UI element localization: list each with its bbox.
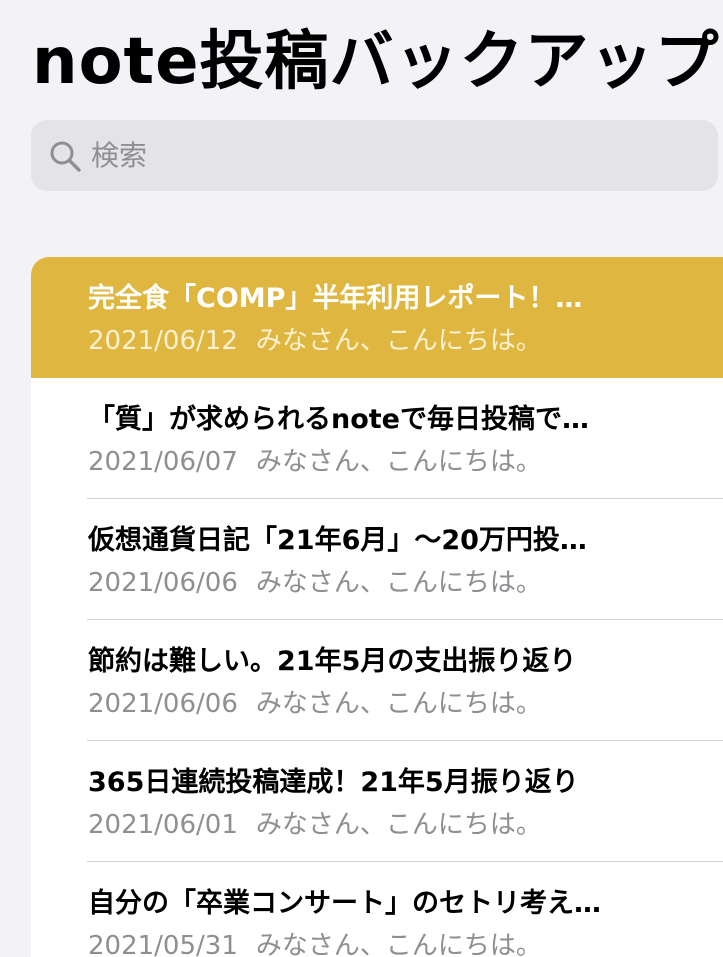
note-preview: みなさん、こんにちは。: [255, 689, 542, 719]
note-meta: 2021/05/31 みなさん、こんにちは。: [88, 928, 542, 957]
note-preview: みなさん、こんにちは。: [255, 810, 542, 840]
note-item[interactable]: 365日連続投稿達成！21年5月振り返り 2021/06/01 みなさん、こんにち…: [31, 741, 723, 862]
note-item[interactable]: 完全食「COMP」半年利用レポート！… 2021/06/12 みなさん、こんにちは…: [31, 257, 723, 378]
note-title: 仮想通貨日記「21年6月」〜20万円投…: [88, 525, 587, 556]
search-bar[interactable]: [31, 120, 718, 191]
note-item[interactable]: 節約は難しい。21年5月の支出振り返り 2021/06/06 みなさん、こんにちは…: [31, 620, 723, 741]
note-meta: 2021/06/06 みなさん、こんにちは。: [88, 686, 542, 722]
page-title: note投稿バックアップ: [32, 25, 720, 99]
note-meta: 2021/06/01 みなさん、こんにちは。: [88, 807, 542, 843]
note-item[interactable]: 「質」が求められるnoteで毎日投稿で… 2021/06/07 みなさん、こんにち…: [31, 378, 723, 499]
note-title: 節約は難しい。21年5月の支出振り返り: [88, 646, 577, 677]
note-date: 2021/06/07: [88, 447, 238, 477]
note-preview: みなさん、こんにちは。: [255, 447, 542, 477]
note-item[interactable]: 仮想通貨日記「21年6月」〜20万円投… 2021/06/06 みなさん、こんにち…: [31, 499, 723, 620]
note-title: 自分の「卒業コンサート」のセトリ考え…: [88, 888, 601, 919]
note-title: 365日連続投稿達成！21年5月振り返り: [88, 767, 579, 798]
note-item[interactable]: 自分の「卒業コンサート」のセトリ考え… 2021/05/31 みなさん、こんにちは…: [31, 862, 723, 957]
note-meta: 2021/06/12 みなさん、こんにちは。: [88, 323, 542, 359]
note-date: 2021/05/31: [88, 931, 238, 957]
note-preview: みなさん、こんにちは。: [255, 931, 542, 957]
note-date: 2021/06/01: [88, 810, 238, 840]
note-title: 完全食「COMP」半年利用レポート！…: [88, 283, 583, 314]
note-date: 2021/06/06: [88, 689, 238, 719]
note-preview: みなさん、こんにちは。: [255, 568, 542, 598]
note-title: 「質」が求められるnoteで毎日投稿で…: [88, 404, 589, 435]
note-meta: 2021/06/07 みなさん、こんにちは。: [88, 444, 542, 480]
notes-list: 完全食「COMP」半年利用レポート！… 2021/06/12 みなさん、こんにちは…: [31, 257, 723, 957]
note-meta: 2021/06/06 みなさん、こんにちは。: [88, 565, 542, 601]
note-date: 2021/06/12: [88, 326, 238, 356]
note-preview: みなさん、こんにちは。: [255, 326, 542, 356]
search-input[interactable]: [91, 139, 671, 172]
search-icon: [45, 136, 85, 176]
note-date: 2021/06/06: [88, 568, 238, 598]
